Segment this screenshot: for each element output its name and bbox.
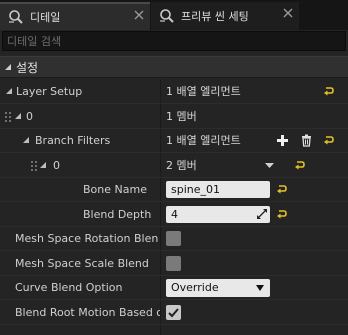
property-label: Mesh Space Rotation Blend — [15, 232, 158, 245]
expand-triangle-icon[interactable] — [40, 161, 47, 169]
expand-triangle-icon[interactable] — [23, 137, 30, 144]
reset-to-default-icon[interactable] — [323, 86, 334, 97]
settings-section-header[interactable]: 설정 — [0, 56, 348, 78]
search-icon — [9, 10, 23, 24]
property-label: Mesh Space Scale Blend — [15, 256, 149, 270]
property-label: Branch Filters — [35, 134, 111, 147]
property-label: Bone Name — [83, 183, 147, 196]
property-row-layer-element: 0 1 멤버 — [0, 105, 348, 129]
search-icon — [160, 9, 174, 23]
close-icon[interactable] — [134, 10, 144, 20]
resize-corner-icon[interactable] — [257, 208, 267, 219]
tab-bar: 디테일 프리뷰 씬 세팅 — [0, 0, 348, 30]
tab-preview-scene-settings[interactable]: 프리뷰 씬 세팅 — [151, 2, 299, 30]
element-index-label: 0 — [26, 109, 33, 123]
reset-to-default-icon[interactable] — [276, 184, 287, 195]
property-label: Curve Blend Option — [15, 281, 123, 294]
property-row-mesh-space-rotation-blend: Mesh Space Rotation Blend — [0, 227, 348, 251]
close-icon[interactable] — [283, 8, 293, 18]
tab-details[interactable]: 디테일 — [0, 2, 150, 30]
property-row-curve-blend-option: Curve Blend Option Override — [0, 276, 348, 300]
mesh-rotation-checkbox[interactable] — [166, 231, 181, 246]
collapse-triangle-icon[interactable] — [4, 63, 12, 71]
chevron-down-icon[interactable] — [265, 161, 274, 170]
expand-triangle-icon[interactable] — [6, 88, 13, 95]
bone-name-value: spine_01 — [171, 183, 221, 196]
property-label: Blend Depth — [83, 207, 152, 221]
member-count: 2 멤버 — [166, 158, 197, 172]
curve-blend-selected: Override — [171, 281, 219, 294]
property-row-layer-setup: Layer Setup 1 배열 엘리먼트 — [0, 80, 348, 104]
bone-name-field[interactable]: spine_01 — [166, 181, 270, 198]
expand-triangle-icon[interactable] — [15, 112, 22, 120]
drag-handle-icon[interactable] — [30, 160, 38, 172]
root-motion-checkbox[interactable] — [166, 304, 181, 320]
blend-depth-value: 4 — [171, 207, 178, 221]
add-element-icon[interactable] — [276, 134, 289, 147]
details-search-box — [2, 31, 346, 51]
chevron-down-icon — [256, 285, 264, 291]
array-count: 1 배열 엘리먼트 — [166, 85, 241, 98]
section-title: 설정 — [16, 60, 39, 75]
curve-blend-dropdown[interactable]: Override — [166, 279, 270, 297]
checkmark-icon — [168, 307, 179, 317]
property-row-branch-filters: Branch Filters 1 배열 엘리먼트 — [0, 129, 348, 153]
property-row-blend-root-motion: Blend Root Motion Based on Root Bone — [0, 301, 348, 325]
property-row-mesh-space-scale-blend: Mesh Space Scale Blend — [0, 252, 348, 276]
element-index-label: 0 — [53, 158, 60, 172]
reset-to-default-icon[interactable] — [276, 209, 287, 220]
mesh-scale-checkbox[interactable] — [166, 255, 181, 271]
trash-icon[interactable] — [300, 134, 313, 147]
property-row-branch-element: 0 2 멤버 — [0, 154, 348, 178]
reset-to-default-icon[interactable] — [323, 135, 334, 146]
array-count: 1 배열 엘리먼트 — [166, 134, 241, 147]
reset-to-default-icon[interactable] — [294, 160, 305, 171]
member-count: 1 멤버 — [166, 109, 197, 123]
property-row-bone-name: Bone Name spine_01 — [0, 178, 348, 202]
blend-depth-field[interactable]: 4 — [166, 205, 270, 223]
property-label: Layer Setup — [16, 85, 83, 98]
search-input[interactable] — [3, 32, 345, 50]
tab-details-label: 디테일 — [30, 11, 61, 24]
property-label: Blend Root Motion Based on Root Bone — [15, 305, 160, 319]
tab-preview-label: 프리뷰 씬 세팅 — [181, 10, 249, 23]
drag-handle-icon[interactable] — [4, 111, 12, 123]
property-row-blend-depth: Blend Depth 4 — [0, 203, 348, 227]
